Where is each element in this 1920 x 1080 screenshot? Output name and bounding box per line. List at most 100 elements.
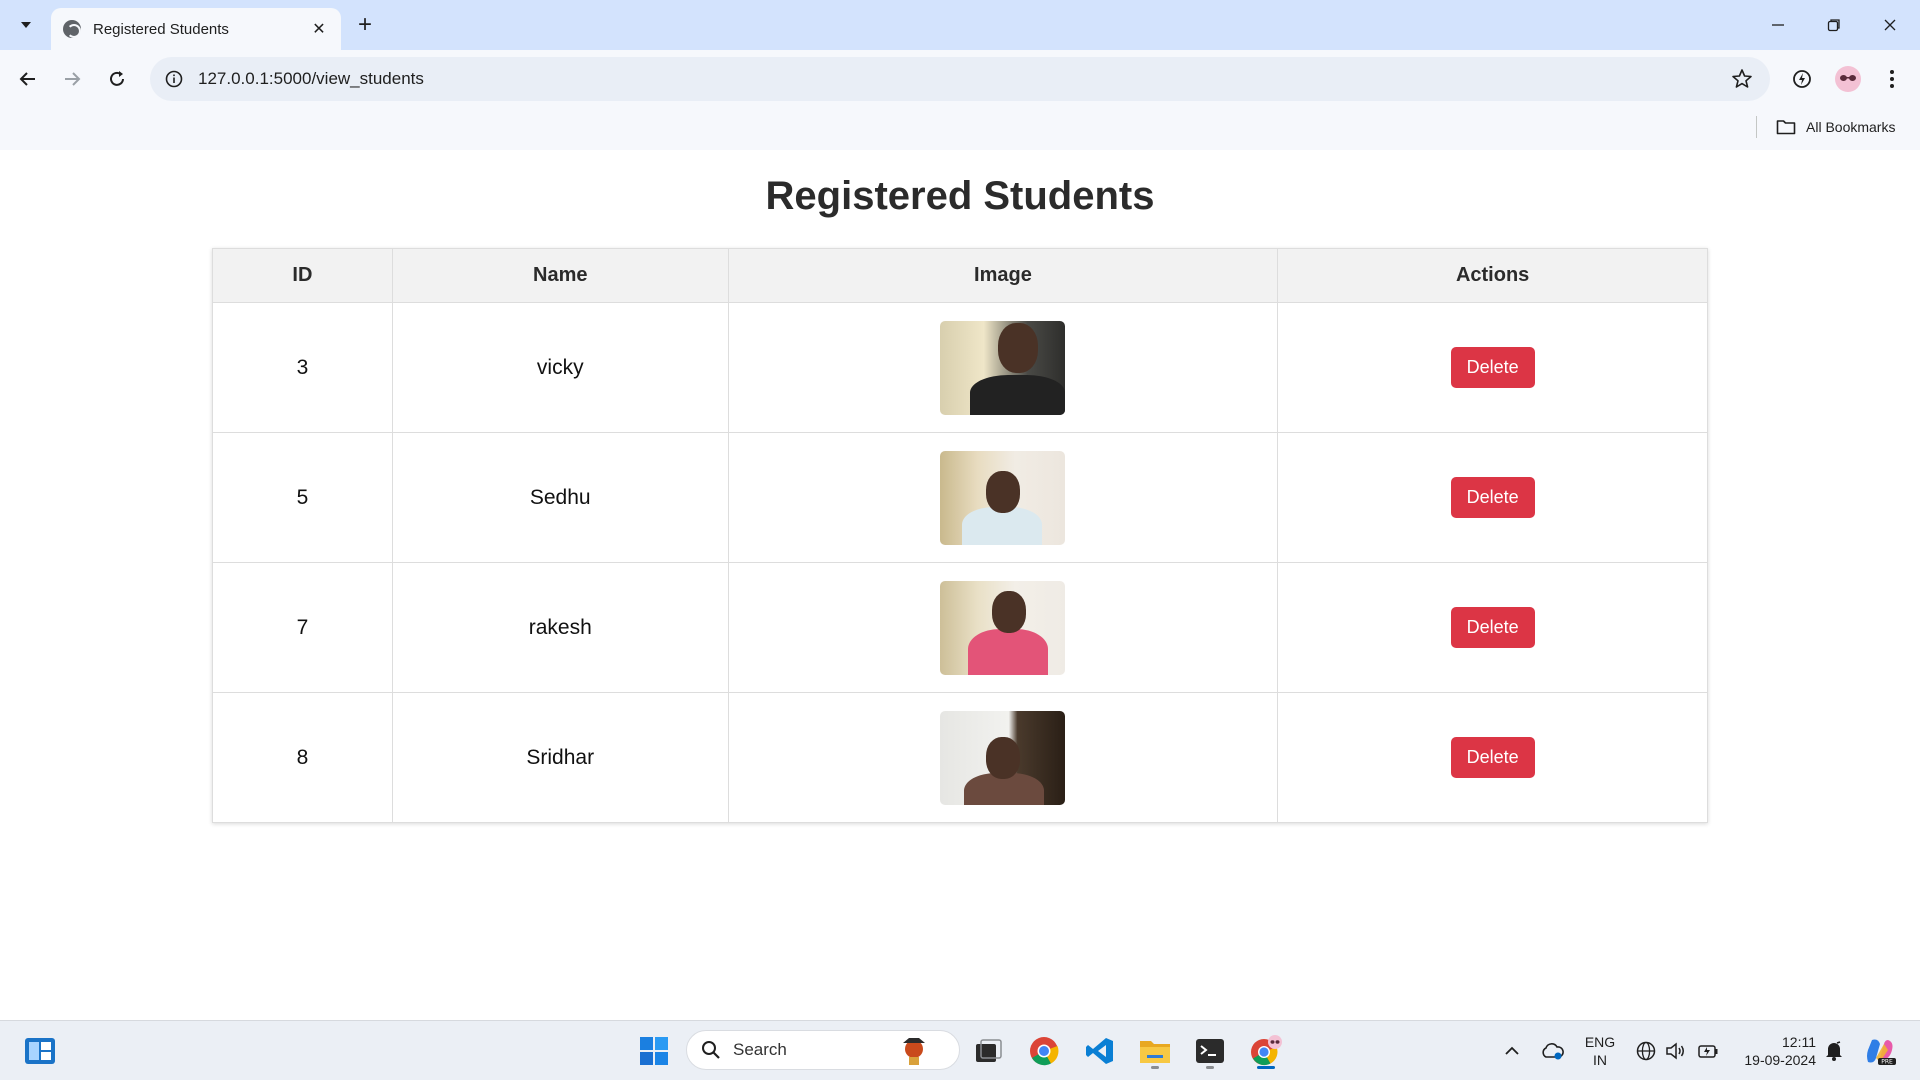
clock-time: 12:11 [1782,1034,1816,1050]
tab-search-button[interactable] [10,10,42,40]
students-table: ID Name Image Actions 3 vicky Delete 5 S… [212,248,1708,823]
taskbar-search[interactable]: Search [686,1030,960,1070]
browser-tab[interactable]: Registered Students ✕ [51,8,341,50]
table-row: 3 vicky Delete [212,302,1708,433]
running-indicator [1151,1066,1159,1069]
language-indicator[interactable]: ENG IN [1576,1033,1624,1069]
site-info-icon[interactable] [164,69,184,89]
active-indicator [1257,1066,1275,1069]
notifications-button[interactable] [1818,1031,1850,1071]
taskbar-file-explorer[interactable] [1135,1031,1175,1071]
search-icon [702,1041,720,1059]
tab-title: Registered Students [93,20,229,38]
forward-button[interactable] [55,62,89,96]
student-photo [940,710,1066,805]
back-button[interactable] [11,62,45,96]
region-code: IN [1593,1052,1607,1068]
student-id: 8 [212,692,393,823]
table-row: 5 Sedhu Delete [212,432,1708,563]
address-bar[interactable]: 127.0.0.1:5000/view_students [150,57,1770,101]
avatar-icon [1835,66,1861,92]
taskbar-terminal[interactable] [1190,1031,1230,1071]
widgets-button[interactable] [20,1031,60,1071]
taskbar-vscode[interactable] [1080,1031,1120,1071]
delete-button[interactable]: Delete [1450,477,1535,518]
table-header-row: ID Name Image Actions [212,248,1708,303]
folder-icon [1776,120,1796,135]
cloud-sync-icon [1542,1043,1564,1060]
clock[interactable]: 12:11 19-09-2024 [1730,1033,1816,1069]
delete-button[interactable]: Delete [1450,607,1535,648]
arrow-right-icon [65,72,81,86]
show-hidden-icons-button[interactable] [1494,1031,1530,1071]
new-tab-button[interactable]: + [352,11,378,38]
bookmark-star-icon[interactable] [1730,67,1754,91]
taskbar: Search ENG IN 12:11 19-09-2024 PRE [0,1020,1920,1080]
restore-button[interactable] [1806,0,1862,50]
onedrive-tray-icon[interactable] [1534,1031,1570,1071]
task-view-icon [976,1039,1002,1062]
volume-tray-icon[interactable] [1658,1031,1694,1071]
close-window-button[interactable] [1862,0,1918,50]
search-highlight-icon [903,1038,925,1065]
vscode-icon [1086,1038,1113,1064]
svg-text:PRE: PRE [1881,1059,1893,1066]
performance-icon [1793,70,1811,88]
reload-icon [110,71,124,86]
close-tab-icon[interactable]: ✕ [309,19,329,39]
student-photo [940,450,1066,545]
globe-network-icon [1636,1041,1656,1061]
start-button[interactable] [634,1031,674,1071]
student-name: Sridhar [391,692,729,823]
all-bookmarks-button[interactable]: All Bookmarks [1776,114,1895,140]
windows-logo-icon [640,1037,668,1065]
student-id: 7 [212,562,393,693]
column-header-name: Name [391,248,729,303]
close-icon [1884,19,1896,31]
language-code: ENG [1584,1034,1616,1050]
reload-button[interactable] [100,62,134,96]
restore-icon [1827,19,1840,32]
folder-icon [1140,1041,1170,1063]
copilot-button[interactable]: PRE [1860,1031,1900,1071]
student-photo [940,580,1066,675]
bell-icon [1826,1041,1842,1061]
profile-avatar[interactable] [1832,63,1864,95]
bookmarks-bar: All Bookmarks [0,108,1920,150]
student-photo [940,320,1066,415]
globe-icon [63,20,81,38]
chevron-up-icon [1505,1046,1519,1055]
task-view-button[interactable] [968,1031,1008,1071]
widgets-icon [25,1038,55,1064]
table-row: 8 Sridhar Delete [212,692,1708,823]
delete-button[interactable]: Delete [1450,347,1535,388]
url-text: 127.0.0.1:5000/view_students [198,69,424,88]
minimize-button[interactable] [1750,0,1806,50]
terminal-icon [1196,1039,1224,1063]
taskbar-chrome[interactable] [1024,1031,1064,1071]
running-indicator [1206,1066,1214,1069]
taskbar-chrome-profile[interactable] [1246,1031,1286,1071]
clock-date: 19-09-2024 [1744,1052,1816,1068]
minimize-icon [1772,24,1784,26]
battery-tray-icon[interactable] [1690,1031,1726,1071]
speaker-icon [1666,1042,1684,1060]
student-id: 5 [212,432,393,563]
column-header-id: ID [212,248,393,303]
more-vert-icon [1890,70,1894,88]
browser-toolbar: 127.0.0.1:5000/view_students [0,50,1920,108]
page-title: Registered Students [765,174,1155,218]
student-name: vicky [391,302,729,433]
table-row: 7 rakesh Delete [212,562,1708,693]
all-bookmarks-label: All Bookmarks [1806,119,1896,135]
column-header-actions: Actions [1277,248,1708,303]
arrow-left-icon [19,72,35,86]
browser-menu-button[interactable] [1876,63,1908,95]
student-id: 3 [212,302,393,433]
chrome-profile-icon [1251,1035,1282,1066]
extensions-button[interactable] [1786,63,1818,95]
column-header-image: Image [727,248,1279,303]
bookmarks-divider [1756,116,1757,138]
battery-charging-icon [1698,1045,1718,1058]
delete-button[interactable]: Delete [1450,737,1535,778]
